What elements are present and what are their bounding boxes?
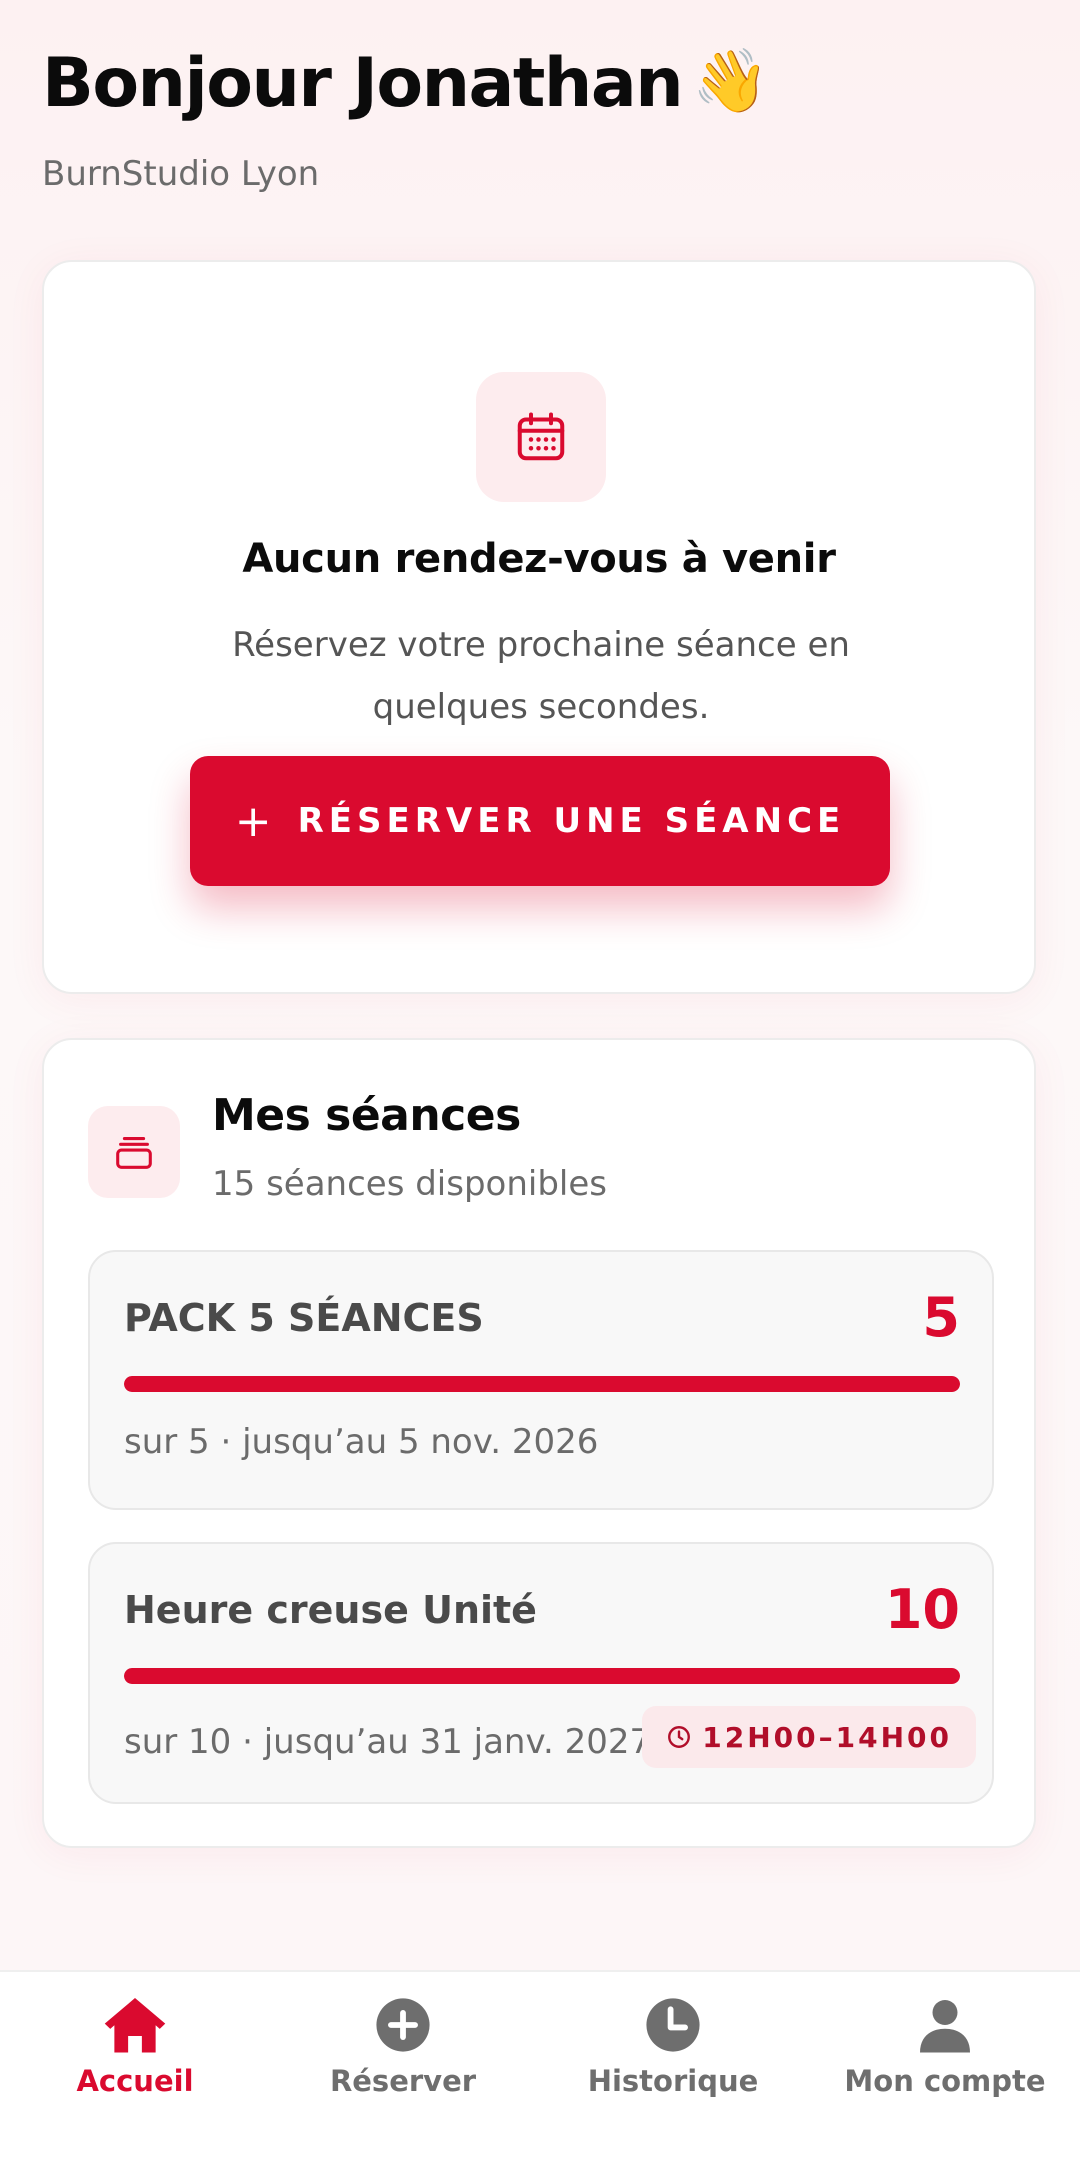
nav-item-history[interactable]: Historique <box>538 1990 808 2110</box>
my-sessions-title: Mes séances <box>212 1090 521 1141</box>
empty-state-subtitle: Réservez votre prochaine séance en quelq… <box>232 625 850 727</box>
bottom-navigation: Accueil Réserver Historique Mon compte <box>0 1970 1080 2181</box>
nav-item-book[interactable]: Réserver <box>268 1990 538 2110</box>
pack-card[interactable]: PACK 5 SÉANCES 5 sur 5 · jusqu’au 5 nov.… <box>88 1250 994 1510</box>
plus-icon: + <box>234 795 272 847</box>
upcoming-appointments-card: Aucun rendez-vous à venir Réservez votre… <box>42 260 1036 994</box>
home-icon <box>100 1990 170 2060</box>
pack-progress-bar <box>124 1668 960 1684</box>
nav-label: Historique <box>587 2064 759 2098</box>
empty-state-title: Aucun rendez-vous à venir <box>242 536 836 582</box>
plus-circle-icon <box>368 1990 438 2060</box>
book-session-button[interactable]: + RÉSERVER UNE SÉANCE <box>190 756 890 886</box>
stack-icon <box>88 1106 180 1198</box>
studio-name: BurnStudio Lyon <box>42 154 320 194</box>
user-icon <box>910 1990 980 2060</box>
clock-icon <box>668 1726 691 1748</box>
sessions-available-count: 15 séances disponibles <box>212 1164 608 1204</box>
pack-name: Heure creuse Unité <box>124 1588 537 1632</box>
nav-label: Réserver <box>329 2064 477 2098</box>
pack-remaining-count: 10 <box>884 1578 960 1641</box>
book-session-label: RÉSERVER UNE SÉANCE <box>297 801 846 841</box>
time-slot-text: 12H00–14H00 <box>702 1720 952 1754</box>
pack-meta: sur 5 · jusqu’au 5 nov. 2026 <box>124 1422 599 1462</box>
time-slot-badge: 12H00–14H00 <box>642 1706 976 1768</box>
nav-label: Mon compte <box>844 2064 1046 2098</box>
pack-progress-fill <box>124 1668 960 1684</box>
nav-item-account[interactable]: Mon compte <box>810 1990 1080 2110</box>
calendar-icon <box>476 372 606 502</box>
pack-remaining-count: 5 <box>922 1286 960 1349</box>
pack-name: PACK 5 SÉANCES <box>124 1296 484 1340</box>
nav-item-home[interactable]: Accueil <box>0 1990 270 2110</box>
pack-progress-fill <box>124 1376 960 1392</box>
pack-meta: sur 10 · jusqu’au 31 janv. 2027 <box>124 1722 652 1762</box>
my-sessions-card: Mes séances 15 séances disponibles PACK … <box>42 1038 1036 1848</box>
pack-card[interactable]: Heure creuse Unité 10 sur 10 · jusqu’au … <box>88 1542 994 1804</box>
nav-label: Accueil <box>76 2064 194 2098</box>
greeting-text: Bonjour Jonathan <box>42 44 684 123</box>
greeting-title: Bonjour Jonathan 👋 <box>42 44 769 123</box>
wave-emoji-icon: 👋 <box>692 44 769 117</box>
pack-progress-bar <box>124 1376 960 1392</box>
clock-icon <box>638 1990 708 2060</box>
